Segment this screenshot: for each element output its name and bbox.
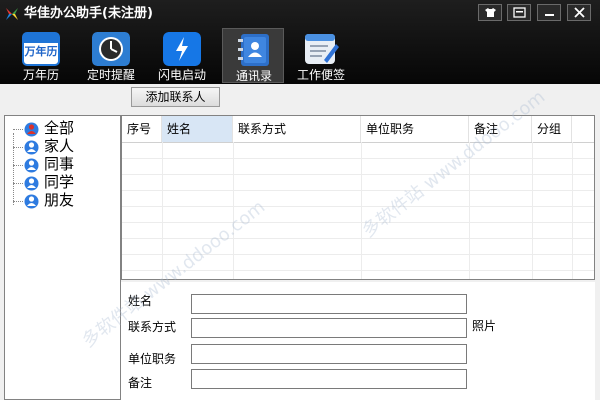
add-contact-button[interactable]: 添加联系人	[131, 87, 220, 107]
contact-input[interactable]	[191, 318, 467, 338]
group-tree: 全部 家人 同事 同学 朋友	[4, 115, 121, 400]
column-header-note[interactable]: 备注	[469, 116, 532, 142]
minimize-button[interactable]	[537, 4, 561, 21]
calendar-icon: 万年历	[22, 32, 60, 66]
title-bar: 华佳办公助手(未注册) 万年历 万年历 定时提醒 闪电启动 通讯录 工作便签	[0, 0, 600, 84]
nav-contacts[interactable]: 通讯录	[222, 28, 284, 83]
tree-item-label: 全部	[44, 119, 75, 137]
window-icon	[513, 7, 526, 18]
column-header-index[interactable]: 序号	[122, 116, 162, 142]
title-label: 单位职务	[128, 352, 177, 366]
app-title: 华佳办公助手(未注册)	[24, 6, 153, 21]
photo-label: 照片	[472, 319, 497, 333]
app-logo-icon	[6, 8, 18, 20]
column-header-group[interactable]: 分组	[532, 116, 572, 142]
column-header-title[interactable]: 单位职务	[361, 116, 469, 142]
notepad-icon	[305, 34, 339, 64]
column-header-name[interactable]: 姓名	[162, 116, 233, 142]
nav-reminder-label: 定时提醒	[86, 68, 135, 82]
tree-item-label: 家人	[44, 137, 75, 155]
nav-notes-label: 工作便签	[296, 68, 345, 82]
nav-calendar-label: 万年历	[22, 68, 59, 82]
contact-form: 姓名 联系方式 照片 单位职务 备注	[121, 282, 595, 400]
tree-item-label: 朋友	[44, 191, 75, 209]
name-label: 姓名	[128, 294, 153, 308]
nav-reminder[interactable]: 定时提醒	[80, 28, 142, 83]
minimize-icon	[545, 14, 554, 16]
nav-notes[interactable]: 工作便签	[290, 28, 352, 83]
user-icon	[24, 158, 39, 173]
user-icon	[24, 176, 39, 191]
nav-launch-label: 闪电启动	[157, 68, 206, 82]
tree-item-label: 同学	[44, 173, 75, 191]
nav-calendar[interactable]: 万年历 万年历	[10, 28, 72, 83]
nav-launch[interactable]: 闪电启动	[151, 28, 213, 83]
contact-label: 联系方式	[128, 320, 177, 334]
title-input[interactable]	[191, 344, 467, 364]
user-icon	[24, 194, 39, 209]
close-icon	[574, 7, 585, 18]
contacts-book-icon	[238, 34, 269, 66]
note-label: 备注	[128, 376, 153, 390]
column-header-contact[interactable]: 联系方式	[233, 116, 361, 142]
name-input[interactable]	[191, 294, 467, 314]
close-button[interactable]	[567, 4, 591, 21]
shirt-icon	[485, 8, 496, 17]
note-input[interactable]	[191, 369, 467, 389]
menu-button[interactable]	[507, 4, 531, 21]
lightning-icon	[163, 32, 201, 66]
nav-contacts-label: 通讯录	[235, 69, 272, 83]
user-red-icon	[24, 122, 39, 137]
tree-item-label: 同事	[44, 155, 75, 173]
skin-button[interactable]	[478, 4, 502, 21]
clock-icon	[92, 32, 130, 66]
contacts-table[interactable]: 序号 姓名 联系方式 单位职务 备注 分组	[121, 115, 595, 280]
user-icon	[24, 140, 39, 155]
tree-line	[13, 133, 14, 205]
